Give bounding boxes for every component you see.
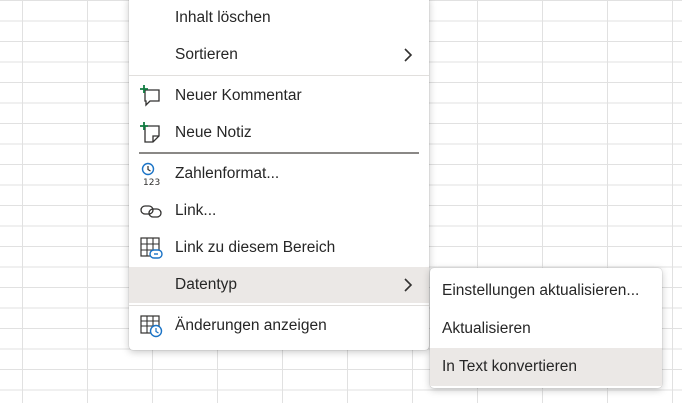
menu-item-new-note[interactable]: Neue Notiz bbox=[129, 115, 429, 151]
menu-separator bbox=[139, 152, 419, 154]
menu-item-label: Link... bbox=[175, 202, 217, 219]
submenu-item-label: Aktualisieren bbox=[442, 320, 531, 337]
menu-item-show-changes[interactable]: Änderungen anzeigen bbox=[129, 308, 429, 344]
menu-item-link[interactable]: Link... bbox=[129, 193, 429, 229]
menu-item-label: Sortieren bbox=[175, 46, 238, 63]
menu-item-number-format[interactable]: 123 Zahlenformat... bbox=[129, 156, 429, 192]
new-note-icon bbox=[140, 122, 160, 143]
number-format-icon: 123 bbox=[141, 162, 160, 186]
menu-item-label: Inhalt löschen bbox=[175, 9, 271, 26]
menu-item-label: Datentyp bbox=[175, 276, 238, 293]
menu-separator bbox=[129, 75, 429, 76]
menu-item-sort[interactable]: Sortieren bbox=[129, 37, 429, 73]
menu-item-link-to-range[interactable]: Link zu diesem Bereich bbox=[129, 230, 429, 266]
svg-text:123: 123 bbox=[143, 178, 160, 186]
menu-item-label: Neuer Kommentar bbox=[175, 87, 302, 104]
menu-item-label: Link zu diesem Bereich bbox=[175, 239, 336, 256]
show-changes-icon bbox=[140, 315, 163, 338]
submenu-item-convert-to-text[interactable]: In Text konvertieren bbox=[430, 348, 662, 386]
context-menu: Inhalt löschen Sortieren Neuer Kommentar… bbox=[129, 0, 429, 350]
menu-separator bbox=[129, 305, 429, 306]
menu-item-new-comment[interactable]: Neuer Kommentar bbox=[129, 78, 429, 114]
submenu-item-refresh[interactable]: Aktualisieren bbox=[430, 310, 662, 348]
new-comment-icon bbox=[140, 85, 160, 107]
data-type-submenu: Einstellungen aktualisieren... Aktualisi… bbox=[430, 268, 662, 388]
link-to-range-icon bbox=[140, 237, 163, 259]
link-icon bbox=[140, 205, 162, 218]
menu-item-label: Änderungen anzeigen bbox=[175, 317, 327, 334]
submenu-item-update-settings[interactable]: Einstellungen aktualisieren... bbox=[430, 272, 662, 310]
menu-item-data-type[interactable]: Datentyp bbox=[129, 267, 429, 303]
menu-item-clear-contents[interactable]: Inhalt löschen bbox=[129, 0, 429, 36]
chevron-right-icon bbox=[404, 48, 413, 62]
chevron-right-icon bbox=[404, 278, 413, 292]
menu-item-label: Zahlenformat... bbox=[175, 165, 280, 182]
submenu-item-label: Einstellungen aktualisieren... bbox=[442, 282, 640, 299]
menu-item-label: Neue Notiz bbox=[175, 124, 252, 141]
submenu-item-label: In Text konvertieren bbox=[442, 358, 577, 375]
